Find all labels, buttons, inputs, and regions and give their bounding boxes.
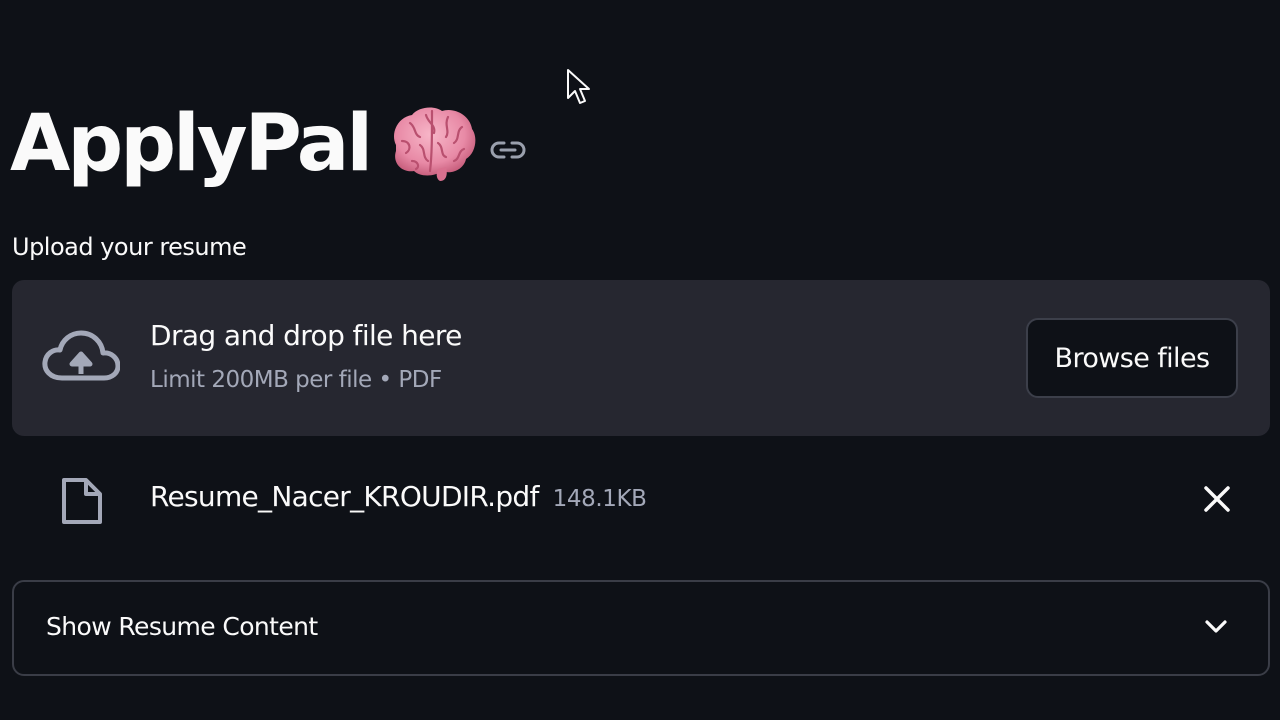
uploaded-file-name: Resume_Nacer_KROUDIR.pdf: [150, 480, 539, 513]
expander-label: Show Resume Content: [46, 612, 318, 641]
page-header: ApplyPal: [10, 94, 526, 194]
chevron-down-icon: [1202, 616, 1230, 638]
browse-files-button[interactable]: Browse files: [1026, 318, 1238, 398]
app-page: ApplyPal Upload your resume Drag and dro…: [0, 0, 1280, 720]
dropzone-limit-text: Limit 200MB per file • PDF: [150, 367, 442, 393]
dropzone-instructions: Drag and drop file here Limit 200MB per …: [150, 318, 462, 394]
mouse-cursor-icon: [566, 68, 592, 106]
uploaded-file-info: Resume_Nacer_KROUDIR.pdf 148.1KB: [150, 480, 647, 513]
page-title: ApplyPal: [10, 99, 373, 189]
show-resume-content-expander[interactable]: Show Resume Content: [12, 580, 1270, 676]
brain-icon: [386, 105, 478, 183]
close-icon[interactable]: [1198, 480, 1236, 518]
uploaded-file-size: 148.1KB: [552, 486, 647, 512]
link-icon[interactable]: [490, 138, 526, 162]
uploaded-file-item: Resume_Nacer_KROUDIR.pdf 148.1KB: [12, 468, 1270, 530]
file-dropzone[interactable]: Drag and drop file here Limit 200MB per …: [12, 280, 1270, 436]
uploader-label: Upload your resume: [12, 233, 247, 261]
dropzone-title: Drag and drop file here: [150, 319, 462, 352]
file-icon: [60, 476, 104, 526]
upload-cloud-icon: [42, 328, 121, 388]
